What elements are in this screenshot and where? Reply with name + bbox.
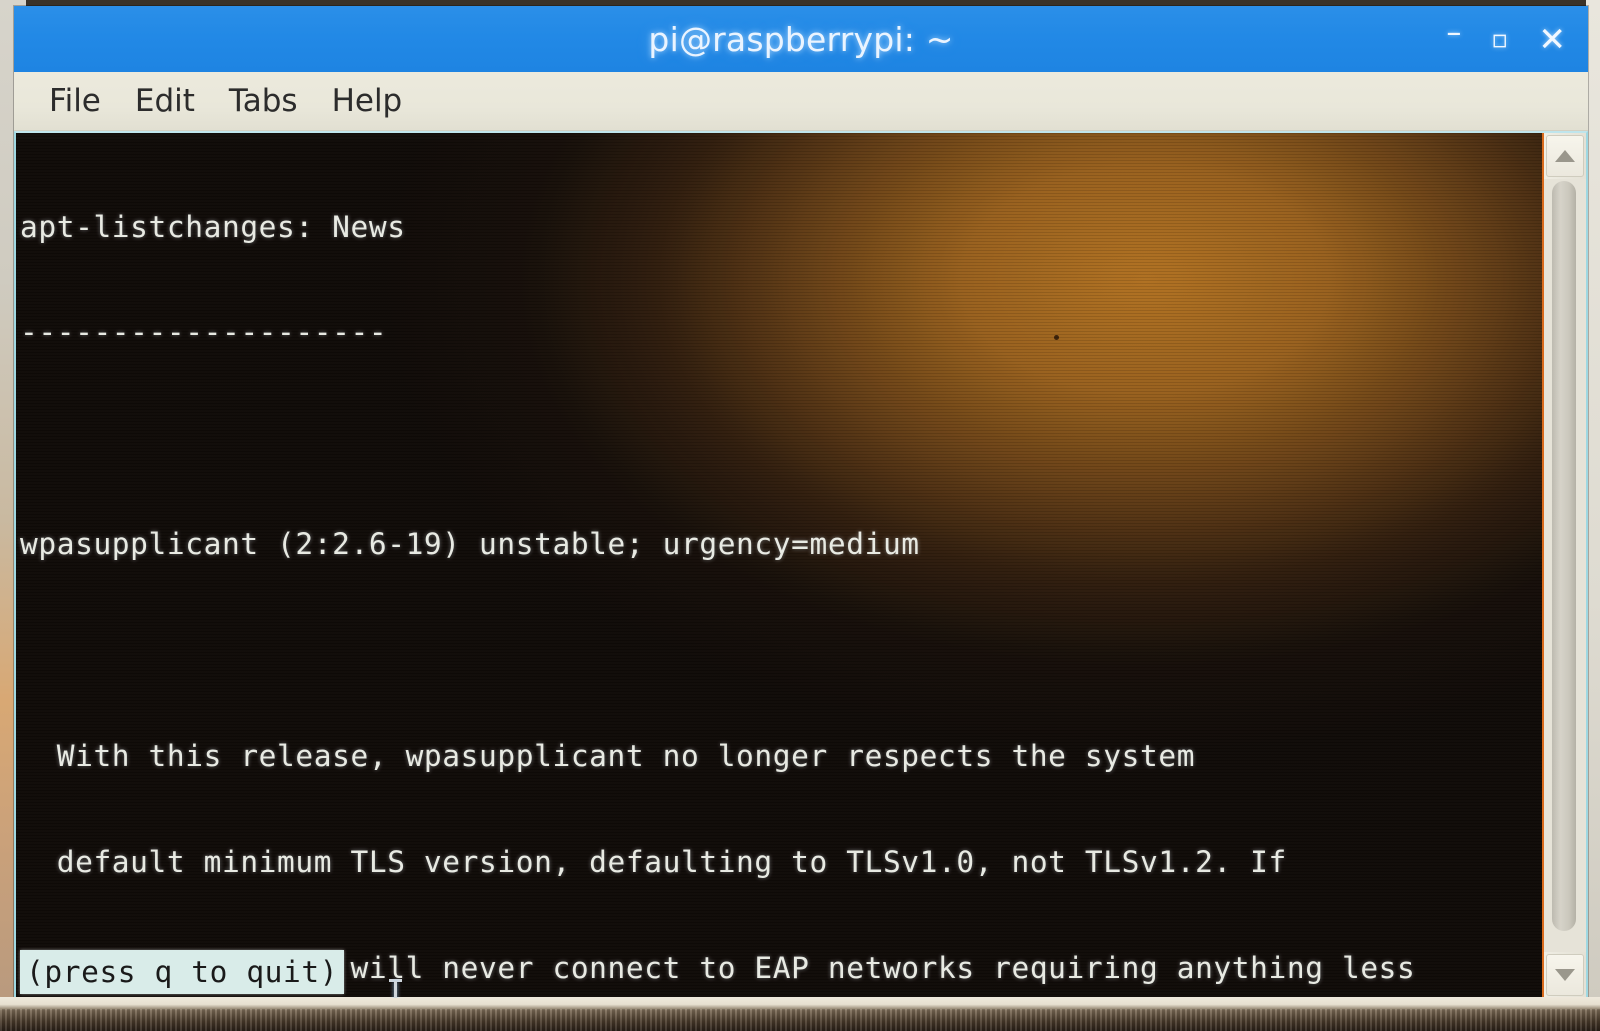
window-title: pi@raspberrypi: ~	[648, 19, 954, 59]
terminal-text: apt-listchanges: News ------------------…	[16, 133, 1542, 998]
terminal-line: default minimum TLS version, defaulting …	[20, 844, 1287, 879]
chevron-down-icon	[1555, 969, 1575, 981]
terminal-scrollbar[interactable]	[1542, 133, 1586, 998]
window-title-bar[interactable]: pi@raspberrypi: ~ – ▫ ✕	[14, 6, 1588, 72]
terminal-line: wpasupplicant (2:2.6-19) unstable; urgen…	[20, 527, 920, 562]
menu-bar: File Edit Tabs Help	[14, 72, 1588, 131]
window-controls: – ▫ ✕	[1446, 18, 1566, 56]
terminal-line: With this release, wpasupplicant no long…	[20, 739, 1196, 774]
pager-status-prompt: (press q to quit)	[20, 950, 345, 994]
scroll-up-icon[interactable]	[1546, 135, 1584, 177]
terminal-window: pi@raspberrypi: ~ – ▫ ✕ File Edit Tabs H…	[14, 6, 1588, 1000]
scrollbar-track[interactable]	[1544, 179, 1586, 952]
terminal-line: apt-listchanges: News	[20, 209, 406, 244]
terminal-body: apt-listchanges: News ------------------…	[14, 131, 1588, 1000]
terminal-screen[interactable]: apt-listchanges: News ------------------…	[16, 133, 1542, 998]
desktop-right-edge	[1586, 0, 1600, 1000]
minimize-button[interactable]: –	[1446, 18, 1461, 48]
photo-frame: pi@raspberrypi: ~ – ▫ ✕ File Edit Tabs H…	[0, 0, 1600, 1031]
maximize-button[interactable]: ▫	[1491, 27, 1508, 52]
menu-item-file[interactable]: File	[32, 81, 118, 121]
chevron-up-icon	[1555, 150, 1575, 162]
menu-item-help[interactable]: Help	[315, 81, 420, 121]
desk-surface	[0, 997, 1600, 1031]
close-button[interactable]: ✕	[1538, 23, 1566, 56]
menu-item-edit[interactable]: Edit	[118, 81, 212, 121]
scroll-down-icon[interactable]	[1546, 954, 1584, 996]
menu-item-tabs[interactable]: Tabs	[212, 81, 315, 121]
terminal-line: --------------------	[20, 315, 388, 350]
scrollbar-thumb[interactable]	[1552, 181, 1576, 931]
